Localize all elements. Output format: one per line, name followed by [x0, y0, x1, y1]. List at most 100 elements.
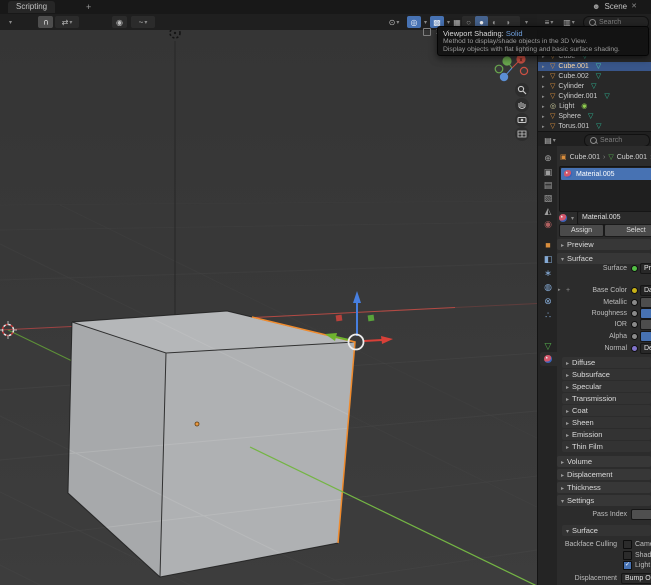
object-name[interactable]: Cylinder.001	[558, 92, 597, 101]
tab-scene[interactable]: ◭	[538, 206, 558, 216]
snap-magnet-toggle[interactable]: ∪	[38, 16, 53, 28]
subpanel-sheen[interactable]: ▸Sheen	[562, 417, 651, 428]
pivot-point-dropdown[interactable]: ⊙▾	[383, 16, 405, 28]
proportional-editing-toggle[interactable]: ◉	[112, 16, 127, 28]
outliner-row[interactable]: ▸◎Light◉	[538, 102, 651, 111]
breadcrumb-data[interactable]: Cube.001	[617, 154, 647, 161]
expand-arrow-icon[interactable]: ▸	[542, 64, 547, 70]
camera-view-button[interactable]	[515, 113, 529, 127]
assign-button[interactable]: Assign	[559, 224, 604, 237]
tab-effects[interactable]: ∴	[538, 310, 558, 320]
panel-thickness[interactable]: ▸Thickness	[557, 482, 651, 493]
expand-arrow-icon[interactable]: ▸	[542, 124, 547, 130]
tab-physics[interactable]: ◍	[538, 282, 558, 292]
falloff-dropdown[interactable]: ~▾	[131, 16, 155, 28]
tab-tool[interactable]: ⊕	[538, 153, 558, 163]
nav-axis-y-neg[interactable]	[495, 65, 503, 73]
ior-slider[interactable]	[640, 319, 651, 330]
expand-arrow-icon[interactable]: ▸	[542, 84, 547, 90]
falloff-curve-icon: ~	[139, 18, 144, 27]
tab-material-active[interactable]	[540, 352, 558, 366]
outliner-row[interactable]: ▸▽Cylinder.001▽	[538, 92, 651, 101]
checkbox-camera[interactable]	[623, 540, 632, 549]
object-name[interactable]: Cube.001	[558, 62, 588, 71]
grid-toggle-button[interactable]	[515, 127, 529, 141]
material-name-field[interactable]: Material.005	[577, 211, 651, 225]
subpanel-diffuse[interactable]: ▸Diffuse	[562, 357, 651, 368]
surface-shader-select[interactable]: Principled BSDF	[640, 263, 651, 274]
outliner-row[interactable]: ▸▽Cylinder▽	[538, 82, 651, 91]
add-workspace-button[interactable]: +	[86, 1, 91, 13]
outliner-row[interactable]: ▸▽Torus.001▽	[538, 122, 651, 131]
checkbox-light-probe[interactable]: ✓	[623, 561, 632, 570]
snap-target-dropdown[interactable]: ⇄▾	[55, 16, 79, 28]
nav-axis-z[interactable]	[500, 73, 508, 81]
panel-settings[interactable]: ▾Settings	[557, 495, 651, 506]
material-slot-list[interactable]: Material.005 ∷	[559, 166, 651, 212]
pan-button[interactable]	[515, 98, 529, 112]
object-name[interactable]: Cube.002	[558, 72, 588, 81]
expand-arrow-icon[interactable]: ▸	[542, 104, 547, 110]
object-name[interactable]: Light	[559, 102, 574, 111]
tab-render[interactable]: ▣	[538, 167, 558, 177]
workspace-tab-scripting[interactable]: Scripting	[8, 1, 55, 13]
pass-index-field[interactable]	[631, 509, 651, 520]
properties-editor-dropdown[interactable]: ▤▾	[541, 134, 559, 146]
scene-name[interactable]: Scene	[604, 1, 627, 13]
select-button[interactable]: Select	[604, 224, 651, 237]
subpanel-thin-film[interactable]: ▸Thin Film	[562, 441, 651, 452]
tab-view-layer[interactable]: ▧	[538, 193, 558, 203]
base-color-field[interactable]: Dark	[640, 285, 651, 296]
normal-field[interactable]: Default	[640, 343, 651, 354]
tab-world[interactable]: ◉	[538, 219, 558, 229]
gizmos-dropdown[interactable]: ▾	[421, 16, 429, 28]
subpanel-coat[interactable]: ▸Coat	[562, 405, 651, 416]
nav-axis-y[interactable]	[502, 56, 511, 65]
outliner-row[interactable]: ▸▽Cube.002▽	[538, 72, 651, 81]
subpanel-transmission[interactable]: ▸Transmission	[562, 393, 651, 404]
breadcrumb-object[interactable]: Cube.001	[570, 154, 600, 161]
tab-object-data[interactable]: ▽	[538, 341, 558, 351]
object-name[interactable]: Torus.001	[558, 122, 589, 131]
gizmo-plane-handle-x[interactable]	[336, 315, 343, 322]
expand-arrow-icon[interactable]: ▸	[542, 94, 547, 100]
material-datablock-icon[interactable]	[559, 214, 567, 222]
tab-constraints[interactable]: ⊗	[538, 296, 558, 306]
subpanel-settings-surface[interactable]: ▾Surface	[562, 525, 651, 536]
outliner-row[interactable]: ▸▽Sphere▽	[538, 112, 651, 121]
roughness-slider[interactable]	[640, 308, 651, 319]
chevron-down-icon[interactable]: ▾	[571, 215, 574, 222]
socket-icon	[631, 265, 638, 272]
subpanel-specular[interactable]: ▸Specular	[562, 381, 651, 392]
outliner-row-active[interactable]: ▸▽Cube.001▽	[538, 62, 651, 71]
nav-axis-x-neg[interactable]	[520, 67, 527, 74]
checkbox-shadow[interactable]	[623, 551, 632, 560]
viewport-3d[interactable]: x	[0, 30, 537, 585]
material-slot-name[interactable]: Material.005	[576, 171, 615, 178]
tab-object[interactable]: ■	[538, 240, 558, 250]
metallic-slider[interactable]	[640, 297, 651, 308]
tab-modifiers[interactable]: ◧	[538, 254, 558, 264]
expand-arrow-icon[interactable]: ▸	[558, 287, 561, 293]
tab-output[interactable]: ▤	[538, 180, 558, 190]
orientation-dropdown[interactable]: ▾	[4, 16, 16, 28]
displacement-method-select[interactable]: Bump Only	[621, 573, 651, 584]
object-name[interactable]: Sphere	[558, 112, 581, 121]
panel-volume[interactable]: ▸Volume	[557, 456, 651, 467]
material-slot-active[interactable]: Material.005	[561, 168, 651, 180]
scene-unlink-icon[interactable]: ✕	[631, 1, 637, 13]
alpha-slider[interactable]	[640, 331, 651, 342]
gizmos-toggle[interactable]: ◎	[407, 16, 421, 28]
decorator-icon[interactable]: +	[566, 287, 570, 294]
subpanel-subsurface[interactable]: ▸Subsurface	[562, 369, 651, 380]
tab-particles[interactable]: ∗	[538, 268, 558, 278]
object-name[interactable]: Cylinder	[558, 82, 584, 91]
panel-displacement[interactable]: ▸Displacement	[557, 469, 651, 480]
zoom-button[interactable]	[515, 83, 529, 97]
expand-arrow-icon[interactable]: ▸	[542, 74, 547, 80]
subpanel-emission[interactable]: ▸Emission	[562, 429, 651, 440]
panel-preview[interactable]: ▸Preview	[557, 239, 651, 250]
expand-arrow-icon[interactable]: ▸	[542, 114, 547, 120]
scene-selector[interactable]: ☻ Scene ✕	[592, 1, 637, 13]
gizmo-plane-handle-y[interactable]	[368, 315, 375, 322]
